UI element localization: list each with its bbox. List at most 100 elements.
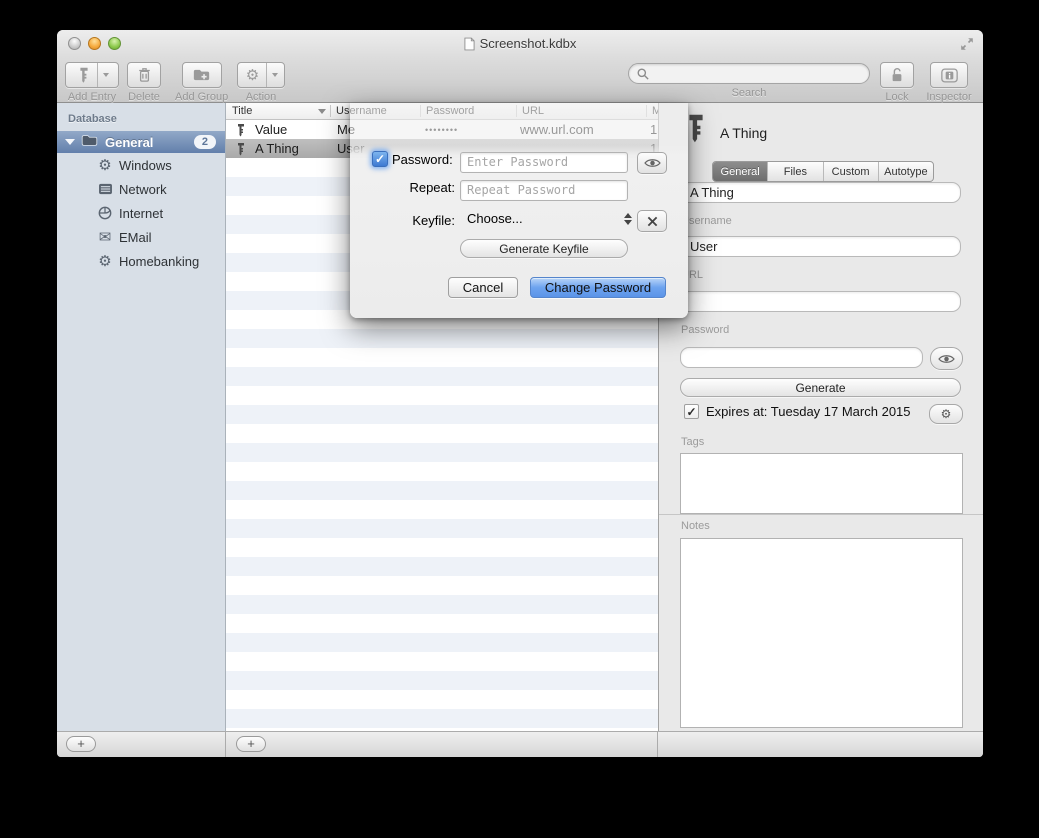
inspector-label: Inspector	[923, 91, 975, 103]
tab-general[interactable]: General	[713, 162, 767, 181]
add-entry-button[interactable]	[65, 62, 119, 88]
sidebar-item-email[interactable]: ✉ EMail	[57, 225, 225, 249]
table-row-empty	[226, 557, 658, 576]
window-chrome: Screenshot.kdbx Add Entry	[57, 30, 983, 103]
repeat-password-input[interactable]: Repeat Password	[460, 180, 628, 201]
add-group-footer-button[interactable]: +	[66, 736, 96, 752]
generate-keyfile-button[interactable]: Generate Keyfile	[460, 239, 628, 258]
folder-plus-icon	[193, 68, 210, 82]
tags-field[interactable]	[680, 453, 963, 514]
table-row-empty	[226, 709, 658, 728]
expires-checkbox[interactable]: ✓	[684, 404, 699, 419]
document-icon	[464, 37, 475, 51]
expiry-settings-button[interactable]: ⚙	[929, 404, 963, 424]
sidebar-item-label: Windows	[119, 158, 172, 173]
titlebar[interactable]: Screenshot.kdbx	[57, 30, 983, 58]
fullscreen-icon[interactable]	[959, 36, 975, 52]
table-row-empty	[226, 462, 658, 481]
username-label: Username	[681, 215, 732, 227]
key-icon	[236, 142, 246, 158]
title-field[interactable]: A Thing	[680, 182, 961, 203]
cancel-button[interactable]: Cancel	[448, 277, 518, 298]
clear-keyfile-button[interactable]	[637, 210, 667, 232]
sidebar-item-homebanking[interactable]: ⚙Homebanking	[57, 249, 225, 273]
change-password-dialog: ✓ Password: Enter Password Repeat: Repea…	[350, 103, 688, 318]
table-row-empty	[226, 405, 658, 424]
sidebar-item-label: EMail	[119, 230, 152, 245]
sidebar-item-label: Internet	[119, 206, 163, 221]
key-icon	[236, 123, 246, 139]
sidebar-group-general[interactable]: General 2	[57, 131, 225, 153]
username-field[interactable]: User	[680, 236, 961, 257]
table-row-empty	[226, 576, 658, 595]
cell-title: Value	[255, 122, 287, 137]
keyfile-popup[interactable]: Choose...	[467, 211, 632, 226]
notes-field[interactable]	[680, 538, 963, 728]
table-row-empty	[226, 614, 658, 633]
sidebar-item-label: Network	[119, 182, 167, 197]
password-field[interactable]	[680, 347, 923, 368]
table-row-empty	[226, 367, 658, 386]
checkmark-icon: ✓	[686, 405, 696, 419]
action-label: Action	[237, 91, 285, 103]
url-field[interactable]	[680, 291, 961, 312]
action-button[interactable]: ⚙	[237, 62, 285, 88]
delete-button[interactable]	[127, 62, 161, 88]
password-checkbox[interactable]: ✓	[372, 151, 388, 167]
add-entry-dropdown[interactable]	[97, 63, 114, 87]
add-group-label: Add Group	[175, 91, 228, 103]
tab-files[interactable]: Files	[767, 162, 822, 181]
action-dropdown[interactable]	[266, 63, 283, 87]
sidebar: Database General 2 ⚙WindowsNetworkIntern…	[57, 103, 226, 731]
tags-label: Tags	[681, 436, 704, 448]
generate-button[interactable]: Generate	[680, 378, 961, 397]
add-entry-footer-button[interactable]: +	[236, 736, 266, 752]
eye-icon	[938, 354, 955, 364]
disclosure-triangle-icon[interactable]	[65, 139, 75, 145]
close-icon	[647, 216, 658, 227]
sidebar-item-network[interactable]: Network	[57, 177, 225, 201]
inspector-button[interactable]	[930, 62, 968, 88]
dialog-keyfile-label: Keyfile:	[412, 213, 455, 228]
show-password-button[interactable]	[637, 152, 667, 174]
table-row-empty	[226, 652, 658, 671]
server-icon	[97, 183, 113, 195]
expires-label: Expires at: Tuesday 17 March 2015	[706, 404, 911, 419]
dialog-password-label: Password:	[392, 152, 453, 167]
lock-button[interactable]	[880, 62, 914, 88]
add-group-button[interactable]	[182, 62, 222, 88]
gear-icon: ⚙	[97, 158, 113, 173]
toolbar: Add Entry Delete Add Group ⚙	[57, 58, 983, 103]
inspector-entry-title: A Thing	[720, 125, 767, 141]
entry-key-icon	[685, 113, 707, 146]
delete-label: Delete	[127, 91, 161, 103]
enter-password-input[interactable]: Enter Password	[460, 152, 628, 173]
reveal-password-button[interactable]	[930, 347, 963, 370]
cell-title: A Thing	[255, 141, 299, 156]
globe-icon	[97, 206, 113, 220]
table-row-empty	[226, 481, 658, 500]
trash-icon	[138, 67, 151, 83]
sidebar-group-label: General	[105, 135, 153, 150]
add-entry-label: Add Entry	[65, 91, 119, 103]
sidebar-item-internet[interactable]: Internet	[57, 201, 225, 225]
window-title: Screenshot.kdbx	[57, 36, 983, 51]
change-password-button[interactable]: Change Password	[530, 277, 666, 298]
envelope-icon: ✉	[97, 230, 113, 245]
tab-autotype[interactable]: Autotype	[878, 162, 933, 181]
table-row-empty	[226, 424, 658, 443]
sidebar-item-windows[interactable]: ⚙ Windows	[57, 153, 225, 177]
notes-label: Notes	[681, 520, 710, 532]
search-input[interactable]	[628, 63, 870, 84]
inspector-panel: A Thing GeneralFilesCustomAutotype A Thi…	[658, 103, 983, 731]
table-row-empty	[226, 633, 658, 652]
column-header-title[interactable]: Title	[232, 105, 252, 117]
section-divider	[659, 514, 983, 515]
gear-icon: ⚙	[941, 408, 952, 420]
table-row-empty	[226, 443, 658, 462]
table-row-empty	[226, 595, 658, 614]
table-row-empty	[226, 538, 658, 557]
table-row-empty	[226, 671, 658, 690]
tab-custom[interactable]: Custom	[823, 162, 878, 181]
group-count-badge: 2	[194, 135, 216, 149]
